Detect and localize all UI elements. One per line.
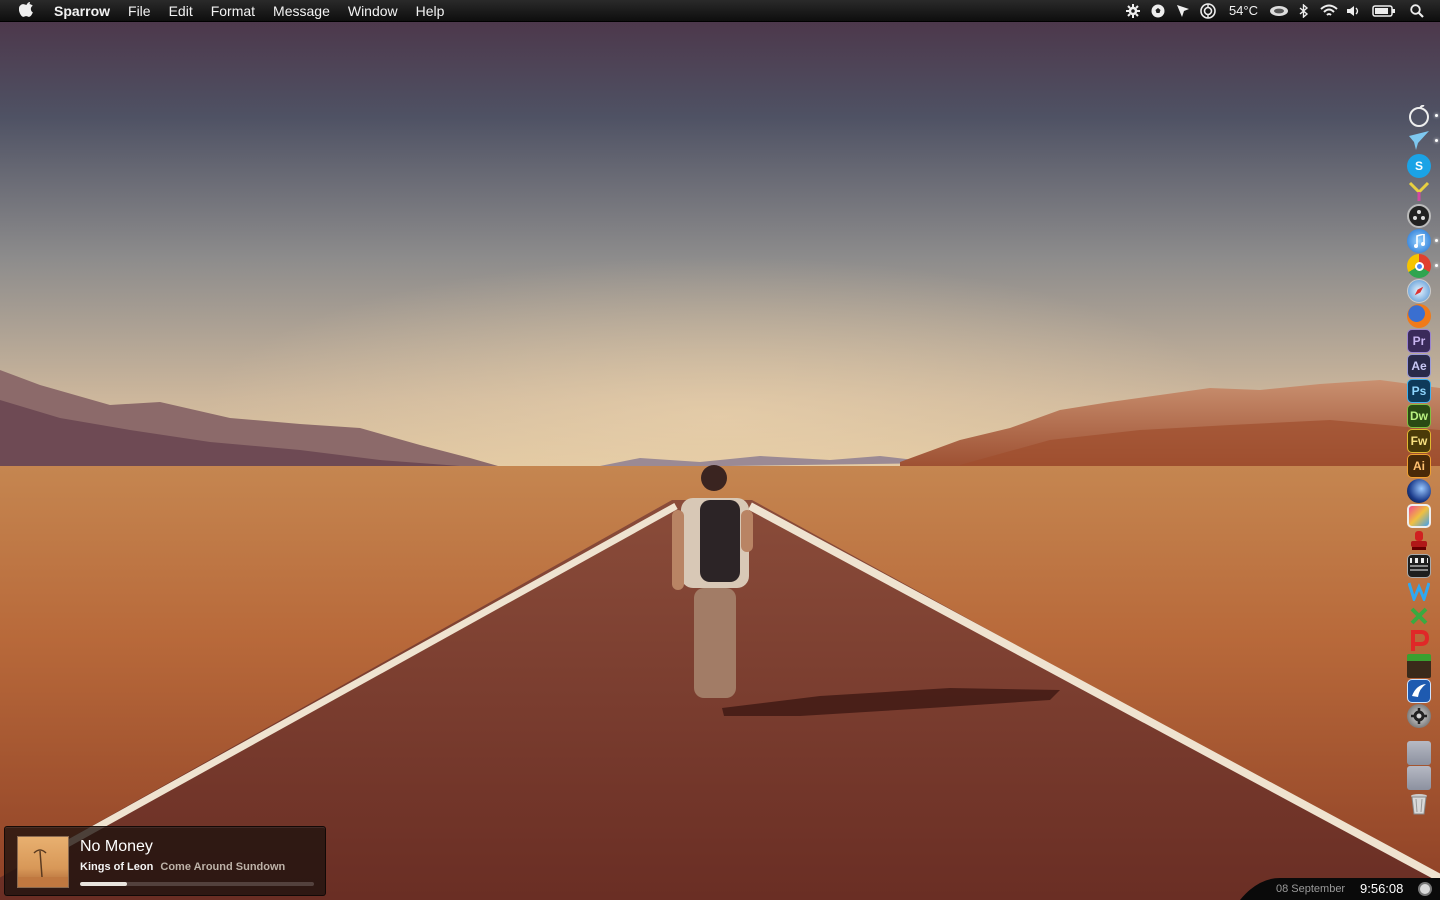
finder-apple-icon[interactable] <box>1407 104 1438 128</box>
temperature-reading[interactable]: 54°C <box>1221 0 1266 22</box>
wordpress-icon[interactable] <box>1407 579 1431 603</box>
album-artwork[interactable] <box>17 836 69 888</box>
track-progress-fill <box>80 882 127 886</box>
system-preferences-icon[interactable] <box>1407 704 1431 728</box>
stamp-icon[interactable] <box>1407 529 1431 553</box>
running-indicator <box>1435 239 1438 242</box>
menu-app-name[interactable]: Sparrow <box>44 0 119 22</box>
track-artist: Kings of Leon <box>80 861 154 873</box>
after-effects-icon[interactable]: Ae <box>1407 354 1431 378</box>
battery-icon[interactable] <box>1366 0 1402 22</box>
running-indicator <box>1435 114 1438 117</box>
skype-icon[interactable]: S <box>1407 154 1431 178</box>
menu-window[interactable]: Window <box>339 0 407 22</box>
firefox-icon[interactable] <box>1407 304 1431 328</box>
documents-folder-icon[interactable] <box>1407 741 1431 765</box>
imovie-icon[interactable] <box>1407 504 1431 528</box>
menu-bar: Sparrow File Edit Format Message Window … <box>0 0 1440 22</box>
clapperboard-icon[interactable] <box>1407 554 1431 578</box>
adium-icon[interactable] <box>1407 179 1431 203</box>
spotlight-search-icon[interactable] <box>1402 0 1432 22</box>
clock-date: 08 September <box>1276 883 1346 895</box>
clock-widget: 08 September 9:56:08 <box>1240 878 1440 900</box>
menu-file[interactable]: File <box>119 0 160 22</box>
trash-icon[interactable] <box>1407 792 1431 816</box>
gear-icon[interactable] <box>1121 0 1146 22</box>
aperture-icon[interactable] <box>1196 0 1221 22</box>
fireworks-icon[interactable]: Fw <box>1407 429 1431 453</box>
illustrator-icon[interactable]: Ai <box>1407 454 1431 478</box>
apple-menu-icon[interactable] <box>10 0 44 22</box>
cinema4d-icon[interactable] <box>1407 479 1431 503</box>
premiere-icon[interactable]: Pr <box>1407 329 1431 353</box>
ftp-app-icon[interactable] <box>1407 679 1431 703</box>
bluetooth-icon[interactable] <box>1291 0 1316 22</box>
cloud-icon[interactable] <box>1266 0 1291 22</box>
clock-time: 9:56:08 <box>1360 881 1404 896</box>
p-app-icon[interactable] <box>1407 629 1431 653</box>
minecraft-icon[interactable] <box>1407 654 1431 678</box>
running-indicator <box>1435 264 1438 267</box>
menu-help[interactable]: Help <box>407 0 454 22</box>
menu-edit[interactable]: Edit <box>160 0 202 22</box>
status-area: 54°C <box>1121 0 1440 22</box>
track-meta: Kings of Leon Come Around Sundown <box>80 861 285 873</box>
track-album: Come Around Sundown <box>160 861 286 873</box>
sparrow-icon[interactable] <box>1407 129 1438 153</box>
itunes-icon[interactable] <box>1407 229 1438 253</box>
desktop-wallpaper <box>0 0 1440 900</box>
photoshop-icon[interactable]: Ps <box>1407 379 1431 403</box>
track-progress-bar[interactable] <box>80 882 314 886</box>
reel-icon[interactable] <box>1407 204 1431 228</box>
wifi-icon[interactable] <box>1316 0 1341 22</box>
running-indicator <box>1435 139 1438 142</box>
dock: S Pr Ae Ps Dw Fw Ai <box>1405 104 1438 824</box>
volume-icon[interactable] <box>1341 0 1366 22</box>
dreamweaver-icon[interactable]: Dw <box>1407 404 1431 428</box>
track-title: No Money <box>80 838 153 855</box>
now-playing-widget: No Money Kings of Leon Come Around Sundo… <box>4 826 326 896</box>
clock-toggle-button[interactable] <box>1418 882 1432 896</box>
downloads-folder-icon[interactable] <box>1407 766 1431 790</box>
safari-icon[interactable] <box>1407 279 1431 303</box>
menu-format[interactable]: Format <box>202 0 264 22</box>
cursor-icon[interactable] <box>1171 0 1196 22</box>
soccer-ball-icon[interactable] <box>1146 0 1171 22</box>
menu-message[interactable]: Message <box>264 0 339 22</box>
chrome-icon[interactable] <box>1407 254 1438 278</box>
x-app-icon[interactable] <box>1407 604 1431 628</box>
